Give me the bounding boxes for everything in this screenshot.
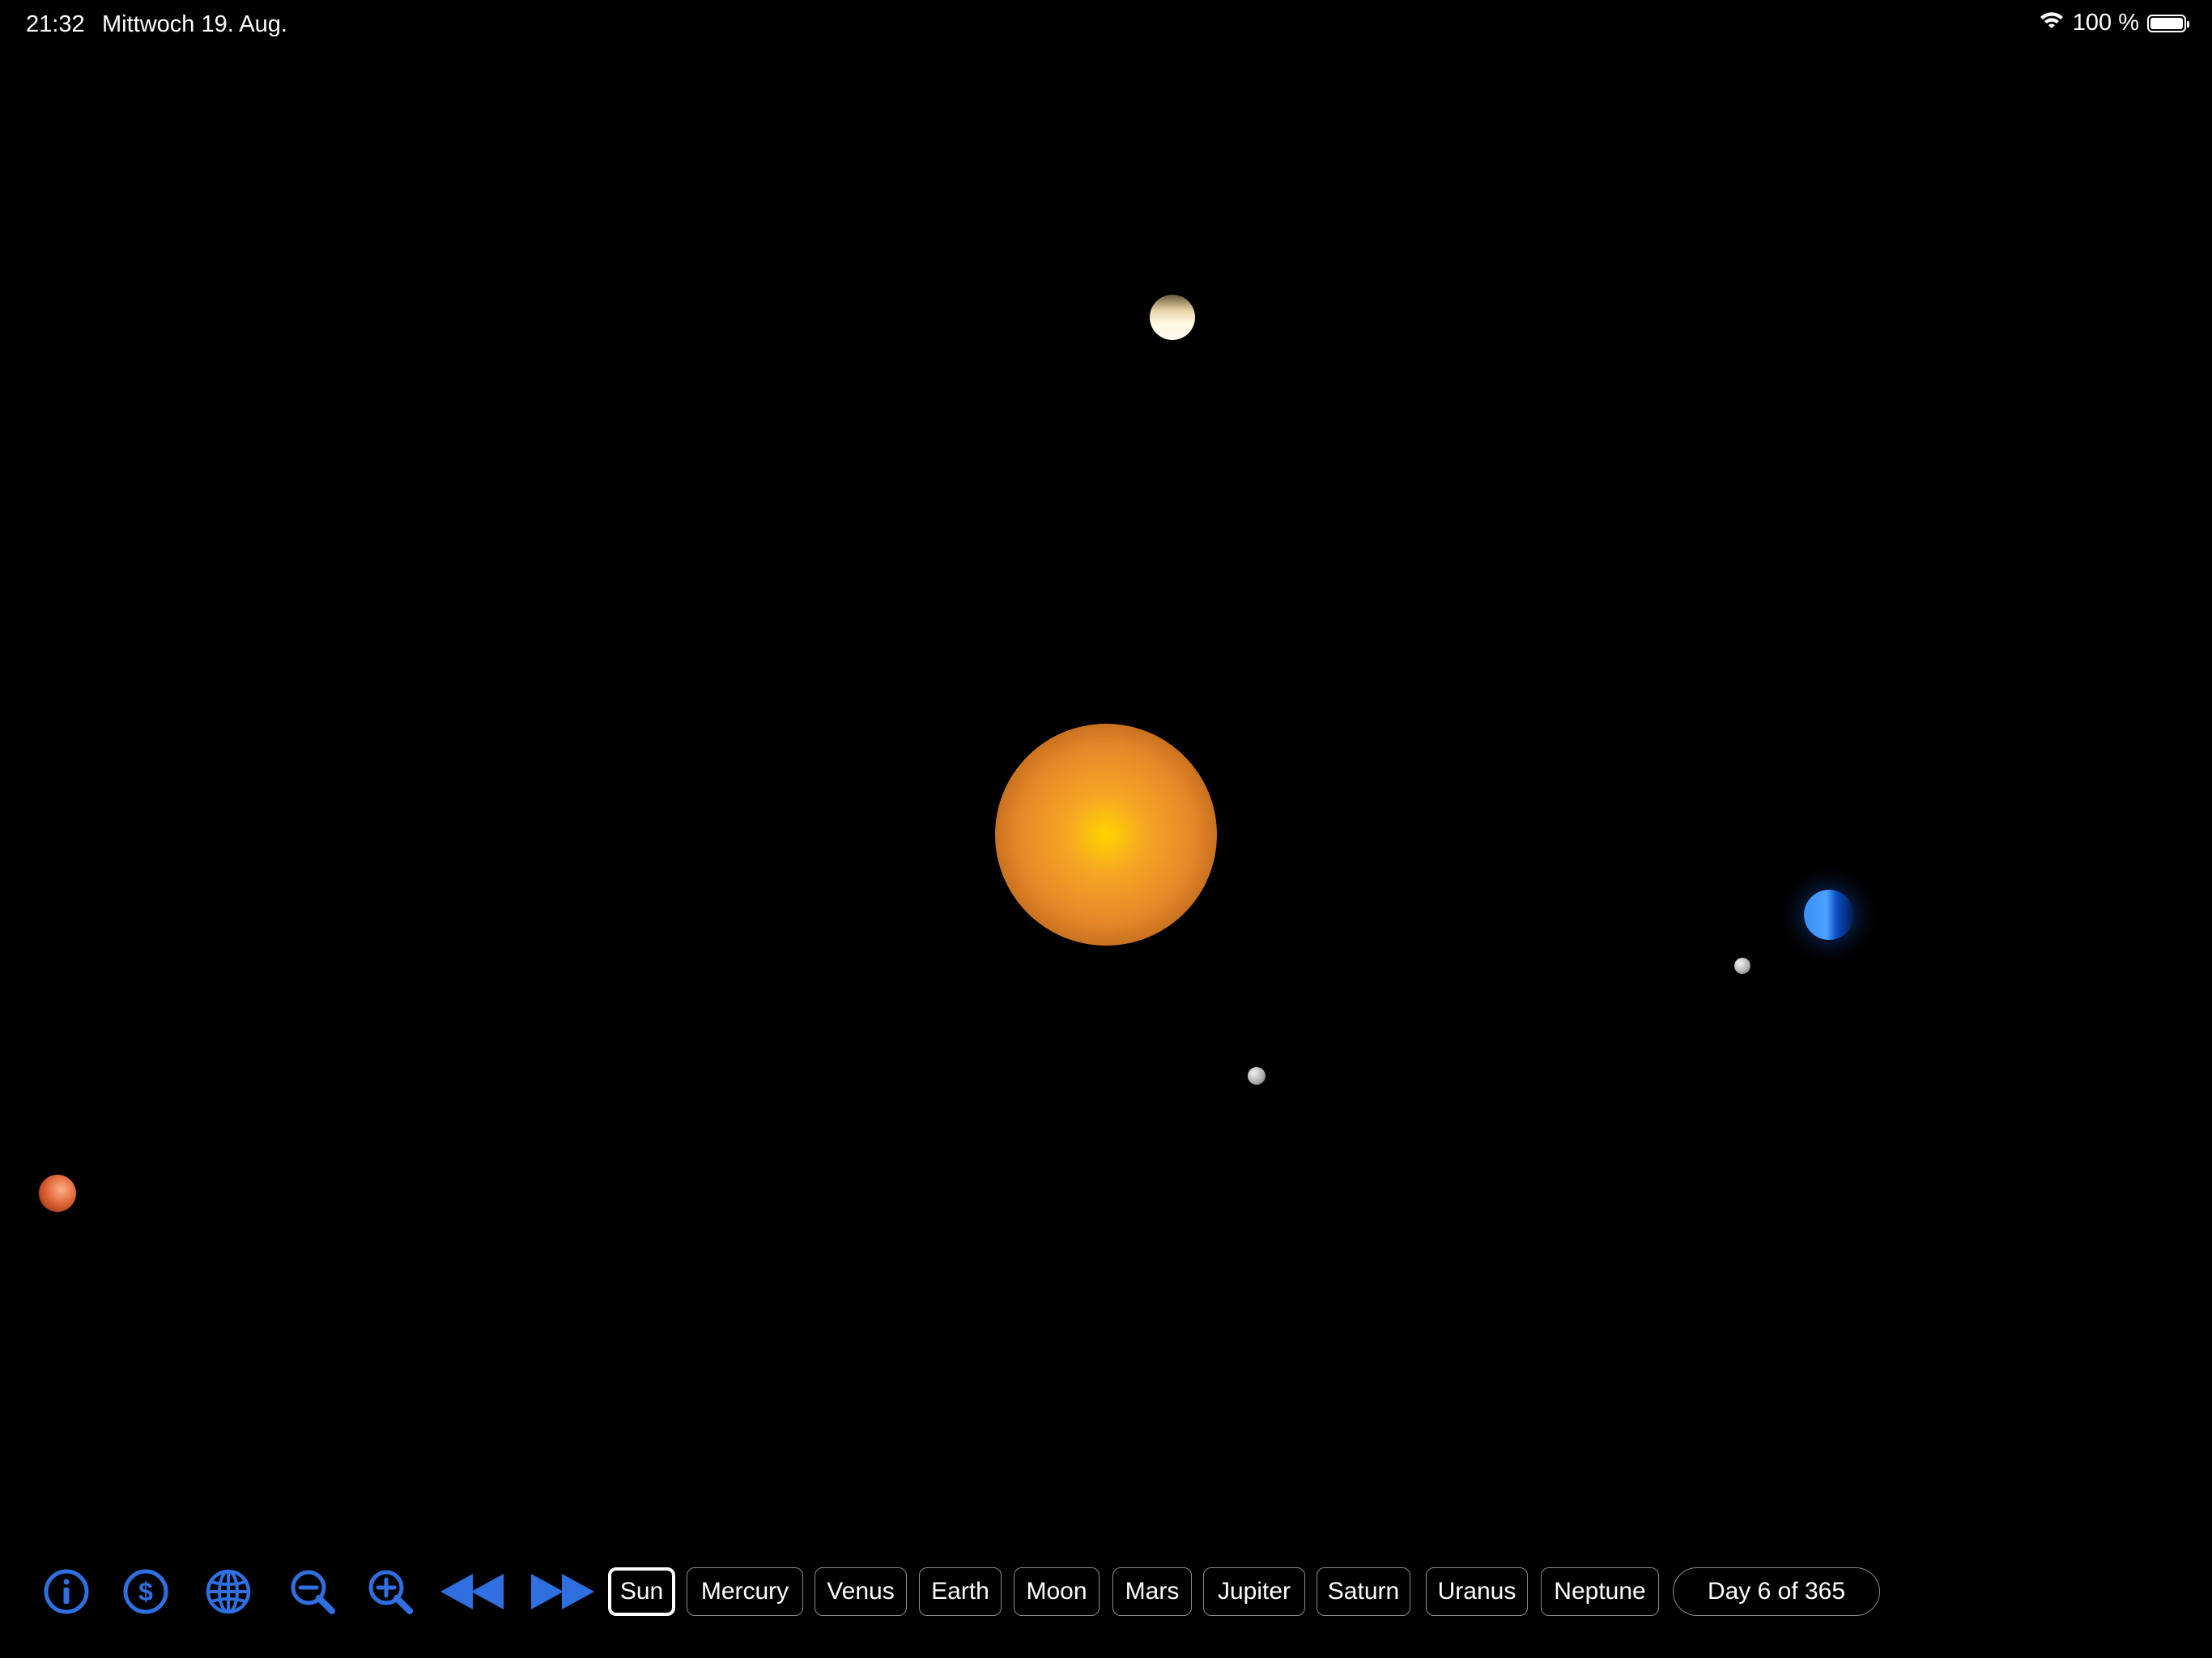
planet-button-saturn[interactable]: Saturn (1317, 1567, 1410, 1616)
planet-button-neptune[interactable]: Neptune (1541, 1567, 1659, 1616)
zoom-out-icon[interactable] (288, 1567, 337, 1616)
dollar-icon[interactable]: $ (121, 1567, 170, 1616)
planet-button-mercury[interactable]: Mercury (687, 1567, 803, 1616)
moon[interactable] (1734, 958, 1750, 974)
battery-percentage: 100 % (2072, 10, 2139, 36)
planet-button-mars[interactable]: Mars (1112, 1567, 1192, 1616)
planet-button-uranus[interactable]: Uranus (1426, 1567, 1528, 1616)
planet-button-jupiter[interactable]: Jupiter (1203, 1567, 1305, 1616)
battery-icon (2147, 14, 2189, 32)
planet-button-venus[interactable]: Venus (815, 1567, 907, 1616)
status-time: 21:32 (26, 11, 85, 37)
mars-planet[interactable] (39, 1175, 76, 1212)
planet-button-sun[interactable]: Sun (608, 1567, 675, 1616)
venus-planet[interactable] (1150, 295, 1195, 340)
planet-button-earth[interactable]: Earth (919, 1567, 1002, 1616)
day-counter[interactable]: Day 6 of 365 (1673, 1567, 1880, 1616)
zoom-in-icon[interactable] (366, 1567, 415, 1616)
info-icon[interactable] (42, 1567, 91, 1616)
bottom-toolbar: $ Sun Mercury Venus Earth Moon Mars Jupi… (0, 1562, 2212, 1621)
svg-text:$: $ (138, 1577, 153, 1606)
mercury-planet[interactable] (1248, 1067, 1266, 1085)
solar-system-screen: 21:32 Mittwoch 19. Aug. 100 % $ Sun Merc… (0, 0, 2212, 1658)
globe-icon[interactable] (204, 1567, 253, 1616)
status-bar: 21:32 Mittwoch 19. Aug. 100 % (0, 0, 2212, 52)
fast-forward-icon[interactable] (526, 1567, 599, 1616)
sun-star[interactable] (995, 724, 1217, 946)
wifi-icon (2039, 10, 2065, 36)
rewind-icon[interactable] (437, 1567, 510, 1616)
earth-planet[interactable] (1804, 890, 1854, 940)
planet-button-moon[interactable]: Moon (1014, 1567, 1100, 1616)
status-right: 100 % (2039, 10, 2189, 36)
status-date: Mittwoch 19. Aug. (102, 11, 287, 37)
